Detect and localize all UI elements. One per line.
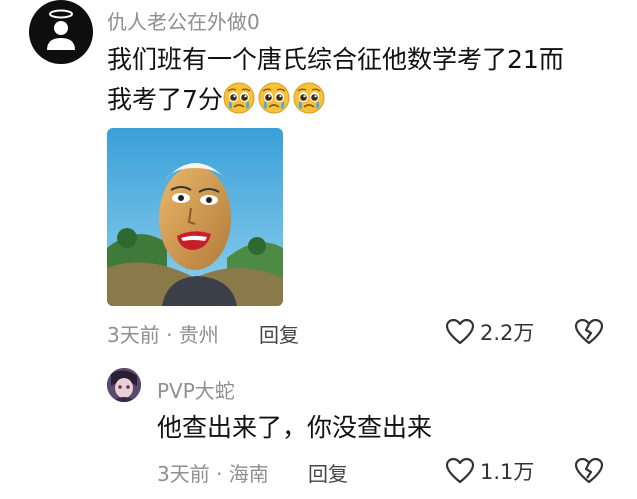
reply-like-count: 1.1万	[480, 460, 535, 484]
anime-avatar-icon	[107, 368, 141, 402]
reply-dislike-button[interactable]	[574, 457, 604, 488]
reply-like-button[interactable]: 1.1万	[446, 456, 534, 486]
reply-text: 他查出来了，你没查出来	[157, 413, 433, 442]
reply-comment: PVP大蛇 他查出来了，你没查出来 3天前 · 海南 回复 1.1万	[0, 0, 637, 499]
heart-outline-icon	[446, 458, 474, 484]
reply-user-avatar[interactable]	[107, 368, 141, 402]
reply-username[interactable]: PVP大蛇	[157, 375, 235, 404]
reply-reply-button[interactable]: 回复	[308, 458, 348, 487]
broken-heart-icon	[574, 457, 604, 484]
reply-time-location: 3天前 · 海南	[157, 462, 269, 486]
